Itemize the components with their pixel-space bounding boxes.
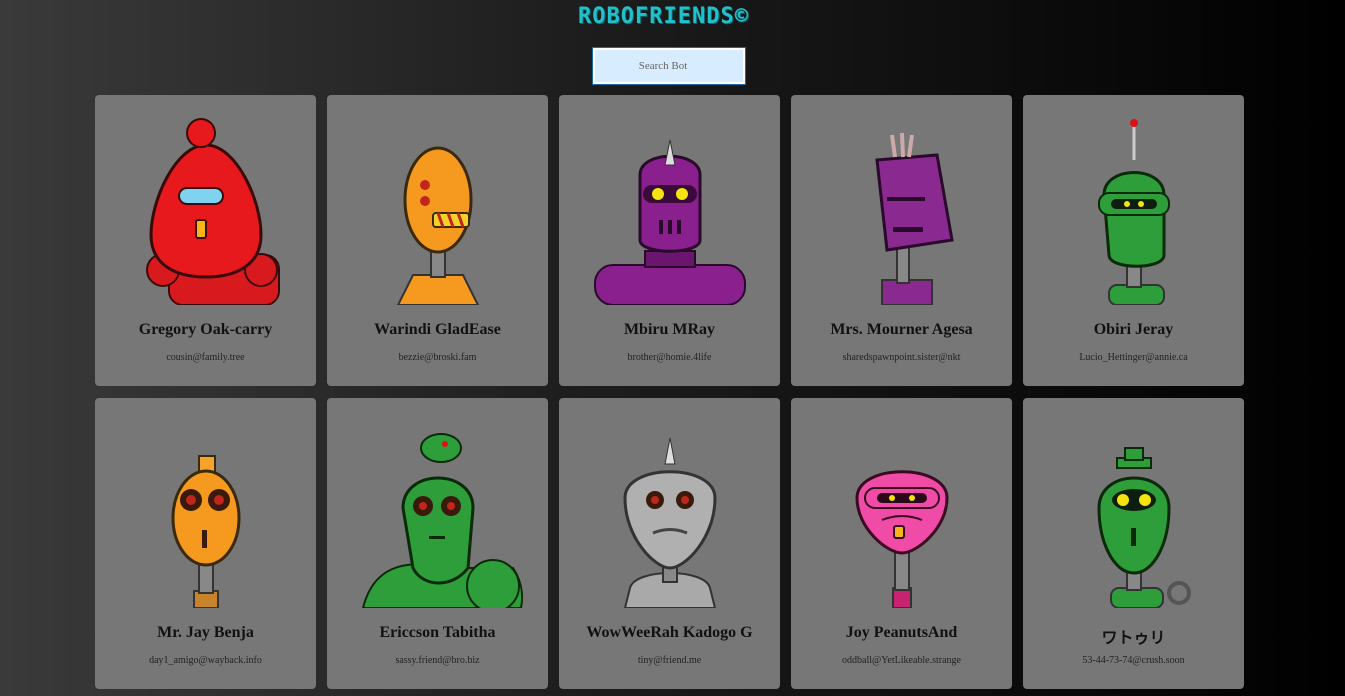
robot-avatar-pink-image xyxy=(854,470,949,608)
robot-card[interactable]: Ericcson Tabitha sassy.friend@bro.biz xyxy=(327,398,548,689)
robot-card[interactable]: Mrs. Mourner Agesa sharedspawnpoint.sist… xyxy=(791,95,1012,386)
robot-name: ワトゥリ xyxy=(1101,630,1166,647)
robot-avatar-red xyxy=(95,105,316,305)
robot-avatar-silver xyxy=(559,408,780,608)
robot-avatar-green-hat xyxy=(1023,408,1244,608)
robot-avatar-silver-image xyxy=(622,437,717,608)
robot-avatar-green-hat-image xyxy=(1096,447,1191,608)
robot-avatar-orange-round-image xyxy=(171,455,240,608)
robot-avatar-purple-image xyxy=(593,139,746,305)
robot-name: Ericcson Tabitha xyxy=(379,624,496,641)
robot-name: Mrs. Mourner Agesa xyxy=(830,321,973,338)
robot-name: Warindi GladEase xyxy=(374,321,501,338)
robot-email: oddball@YetLikeable.strange xyxy=(842,655,961,666)
robot-avatar-orange-round xyxy=(95,408,316,608)
robot-name: Mr. Jay Benja xyxy=(157,624,254,641)
robot-name: Joy PeanutsAnd xyxy=(845,624,958,641)
robot-avatar-green-antenna xyxy=(1023,105,1244,305)
robot-card[interactable]: Mbiru MRay brother@homie.4life xyxy=(559,95,780,386)
robot-email: tiny@friend.me xyxy=(637,655,702,666)
robot-card[interactable]: ワトゥリ 53-44-73-74@crush.soon xyxy=(1023,398,1244,689)
robot-name: Obiri Jeray xyxy=(1093,321,1174,338)
robot-avatar-green-antenna-image xyxy=(1097,119,1170,305)
robot-avatar-purple-bucket-image xyxy=(874,132,954,305)
robot-email: 53-44-73-74@crush.soon xyxy=(1082,655,1185,666)
robot-email: brother@homie.4life xyxy=(627,352,712,363)
robot-email: bezzie@broski.fam xyxy=(398,352,477,363)
robot-avatar-orange xyxy=(327,105,548,305)
robot-avatar-green-dome xyxy=(327,408,548,608)
robot-avatar-orange-image xyxy=(396,146,479,305)
robot-card[interactable]: Joy PeanutsAnd oddball@YetLikeable.stran… xyxy=(791,398,1012,689)
robot-avatar-pink xyxy=(791,408,1012,608)
robot-card[interactable]: Gregory Oak-carry cousin@family.tree xyxy=(95,95,316,386)
robot-avatar-green-dome-image xyxy=(361,433,523,608)
robot-email: day1_amigo@wayback.info xyxy=(149,655,262,666)
robot-name: Gregory Oak-carry xyxy=(138,321,273,338)
robot-email: cousin@family.tree xyxy=(166,352,245,363)
robot-avatar-purple xyxy=(559,105,780,305)
robot-email: Lucio_Hettinger@annie.ca xyxy=(1079,352,1188,363)
robot-card[interactable]: Warindi GladEase bezzie@broski.fam xyxy=(327,95,548,386)
robot-avatar-red-image xyxy=(145,118,280,305)
search-input[interactable] xyxy=(592,47,746,85)
robot-name: WowWeeRah Kadogo G xyxy=(586,624,753,641)
app-title: ROBOFRIENDS© xyxy=(578,4,749,29)
robot-card-list: Gregory Oak-carry cousin@family.tree War… xyxy=(95,95,1244,689)
robot-name: Mbiru MRay xyxy=(623,321,716,338)
robot-email: sassy.friend@bro.biz xyxy=(395,655,480,666)
robot-card[interactable]: WowWeeRah Kadogo G tiny@friend.me xyxy=(559,398,780,689)
robot-card[interactable]: Mr. Jay Benja day1_amigo@wayback.info xyxy=(95,398,316,689)
robot-email: sharedspawnpoint.sister@nkt xyxy=(842,352,961,363)
robot-avatar-purple-bucket xyxy=(791,105,1012,305)
robot-card[interactable]: Obiri Jeray Lucio_Hettinger@annie.ca xyxy=(1023,95,1244,386)
